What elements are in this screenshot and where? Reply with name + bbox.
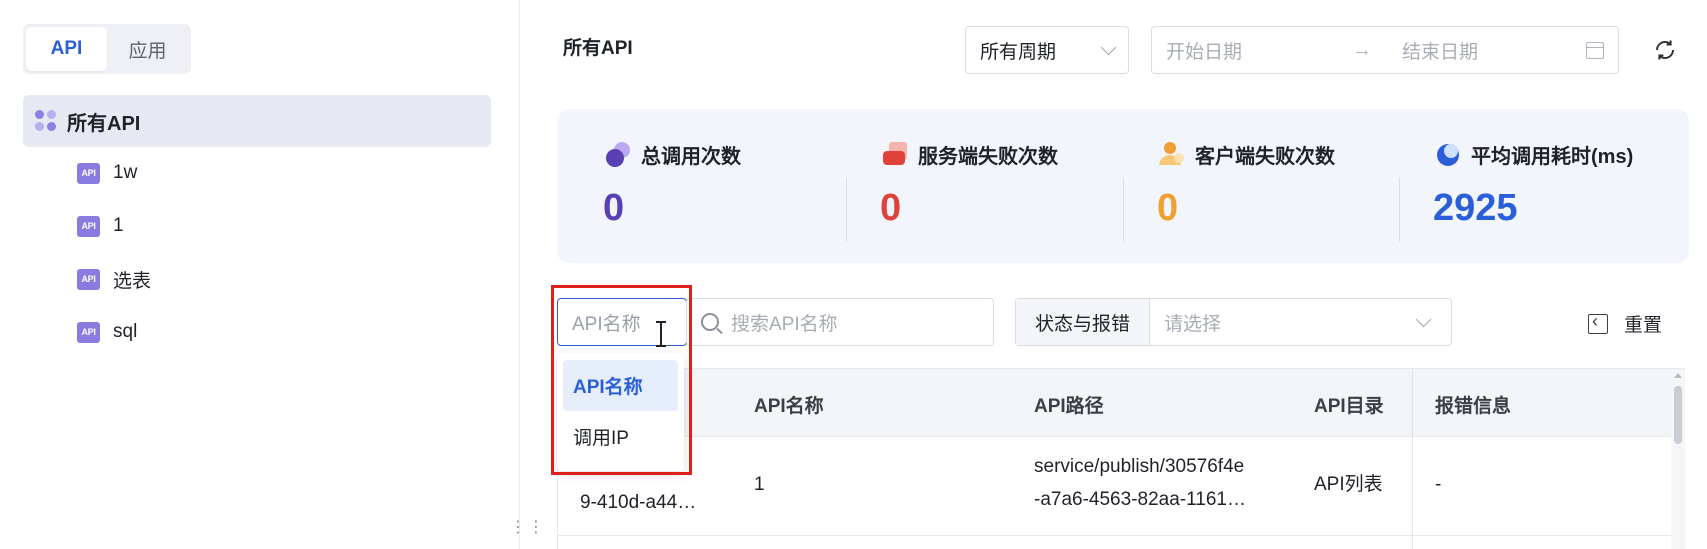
tree-item-label: 选表: [113, 270, 152, 292]
stat-label: 总调用次数: [641, 145, 741, 168]
app-root: { "sidebar": { "tabs": [ {"label": "API"…: [0, 0, 1707, 549]
stat-server-failures: 服务端失败次数 0: [880, 139, 1058, 230]
stat-label: 服务端失败次数: [918, 145, 1058, 168]
scroll-up-icon[interactable]: [1674, 373, 1682, 378]
divider: [1399, 178, 1400, 242]
stats-panel: 总调用次数 0 服务端失败次数 0 客户端失败次数 0 平均调用耗时(ms) 2…: [557, 109, 1689, 263]
resize-handle-icon[interactable]: ⋮⋮: [510, 520, 544, 546]
column-header: API名称: [754, 396, 824, 417]
reset-label: 重置: [1624, 315, 1663, 336]
cell-id: 9-410d-a44…: [580, 492, 697, 513]
tab-api[interactable]: API: [26, 27, 107, 71]
grid-icon: [35, 110, 57, 132]
search-placeholder: 搜索API名称: [731, 313, 838, 335]
status-filter-placeholder: 请选择: [1164, 313, 1222, 335]
text-cursor-icon: [656, 321, 666, 347]
option-api-name[interactable]: API名称: [563, 360, 678, 411]
chevron-down-icon: [1415, 311, 1432, 327]
search-type-select[interactable]: API名称: [557, 298, 687, 346]
divider: [1123, 178, 1124, 242]
option-call-ip[interactable]: 调用IP: [563, 411, 678, 462]
scroll-thumb[interactable]: [1674, 386, 1682, 444]
search-input[interactable]: 搜索API名称: [686, 298, 994, 346]
stat-label: 平均调用耗时(ms): [1471, 145, 1634, 168]
api-badge-icon: API: [77, 162, 100, 184]
stat-label: 客户端失败次数: [1195, 145, 1335, 168]
stat-value: 0: [1157, 187, 1179, 229]
period-select-value: 所有周期: [980, 41, 1057, 63]
stat-value: 2925: [1433, 187, 1518, 229]
avg-time-icon: [1437, 144, 1459, 166]
total-calls-icon: [606, 142, 630, 167]
client-fail-icon: [1159, 142, 1184, 165]
tree-item[interactable]: API 1w: [77, 158, 137, 188]
tree-item-label: 1: [113, 215, 124, 236]
api-badge-icon: API: [77, 215, 100, 237]
tree-item[interactable]: API sql: [77, 317, 137, 347]
api-table: API名称 API路径 API目录 报错信息 9-410d-a44… 1 ser…: [557, 368, 1685, 549]
refresh-icon[interactable]: [1653, 38, 1677, 62]
stat-total-calls: 总调用次数 0: [603, 139, 741, 230]
view-toggle: API 应用: [23, 24, 191, 74]
reset-icon: [1588, 311, 1608, 334]
search-type-dropdown: API名称 调用IP: [557, 353, 684, 471]
tree-item-all-api[interactable]: 所有API: [23, 95, 491, 147]
sidebar: API 应用 所有API API 1w API 1 API 选表 API sql…: [0, 0, 544, 549]
tree-item[interactable]: API 选表: [77, 264, 151, 294]
cell-name: 1: [754, 474, 765, 495]
stat-avg-latency: 平均调用耗时(ms) 2925: [1433, 139, 1633, 230]
arrow-right-icon: →: [1352, 38, 1372, 61]
end-date-input[interactable]: 结束日期: [1402, 37, 1586, 64]
date-range-picker[interactable]: 开始日期 → 结束日期: [1151, 26, 1619, 74]
cell-path: service/publish/30576f4e: [1034, 456, 1245, 477]
column-header: 报错信息: [1435, 396, 1512, 417]
stat-value: 0: [880, 187, 902, 229]
page-title: 所有API: [563, 38, 633, 59]
api-badge-icon: API: [77, 321, 100, 343]
period-select[interactable]: 所有周期: [965, 26, 1129, 74]
tree-item-label: sql: [113, 321, 138, 342]
fixed-column-divider: [1412, 369, 1413, 549]
tree-item-label: 所有API: [67, 112, 141, 135]
start-date-input[interactable]: 开始日期: [1166, 37, 1352, 64]
column-header: API路径: [1034, 396, 1104, 417]
search-type-placeholder: API名称: [572, 313, 641, 335]
tree-item[interactable]: API 1: [77, 211, 124, 241]
stat-client-failures: 客户端失败次数 0: [1157, 139, 1335, 230]
divider: [846, 178, 847, 242]
status-filter-select[interactable]: 状态与报错 请选择: [1015, 298, 1452, 346]
chevron-down-icon: [1100, 39, 1117, 55]
status-filter-label: 状态与报错: [1016, 299, 1150, 345]
reset-button[interactable]: 重置: [1588, 310, 1662, 337]
search-icon: [701, 313, 719, 331]
calendar-icon: [1586, 41, 1604, 59]
cell-directory: API列表: [1314, 474, 1383, 495]
cell-error: -: [1435, 474, 1442, 495]
tab-apps[interactable]: 应用: [107, 27, 188, 71]
api-badge-icon: API: [77, 268, 100, 290]
table-header: API名称 API路径 API目录 报错信息: [558, 369, 1684, 437]
table-row[interactable]: 9-410d-a44… 1 service/publish/30576f4e -…: [558, 437, 1684, 536]
column-header: API目录: [1314, 396, 1384, 417]
table-scrollbar[interactable]: [1671, 370, 1685, 549]
tree-item-label: 1w: [113, 162, 138, 183]
cell-path: -a7a6-4563-82aa-1161…: [1034, 489, 1246, 510]
stat-value: 0: [603, 187, 625, 229]
server-fail-icon: [883, 142, 907, 165]
